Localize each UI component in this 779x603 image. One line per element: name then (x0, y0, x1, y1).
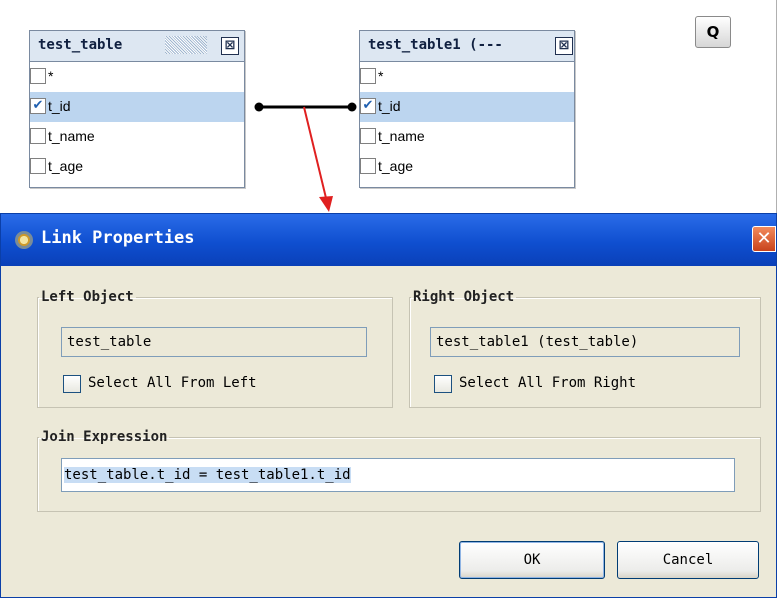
select-all-right-checkbox[interactable] (434, 375, 452, 393)
annotation-arrowhead (319, 196, 333, 212)
close-dialog-button[interactable]: ✕ (752, 226, 776, 252)
gear-icon (15, 231, 33, 249)
select-all-right-label: Select All From Right (459, 375, 637, 391)
select-all-left-checkbox[interactable] (63, 375, 81, 393)
join-expression-group: Join Expression test_table.t_id = test_t… (37, 429, 761, 512)
ok-button[interactable]: OK (459, 541, 605, 579)
dialog-titlebar[interactable]: Link Properties ✕ (1, 214, 776, 266)
join-expression-legend: Join Expression (41, 429, 168, 445)
join-expression-text: test_table.t_id = test_table1.t_id (64, 467, 351, 483)
join-endpoint-right (347, 102, 357, 112)
join-endpoint-left (254, 102, 264, 112)
annotation-arrow (303, 106, 327, 199)
query-designer-canvas[interactable]: test_table ⊠ * ✔ t_id t_name t_age test_… (0, 0, 777, 213)
link-properties-dialog[interactable]: Link Properties ✕ Left Object test_table… (0, 213, 777, 598)
right-object-field: test_table1 (test_table) (430, 327, 740, 357)
left-object-field: test_table (61, 327, 367, 357)
right-object-legend: Right Object (413, 289, 515, 305)
join-link[interactable] (0, 0, 776, 213)
cancel-button[interactable]: Cancel (617, 541, 759, 579)
left-object-group: Left Object test_table Select All From L… (37, 289, 393, 408)
select-all-left-label: Select All From Left (88, 375, 257, 391)
join-expression-input[interactable]: test_table.t_id = test_table1.t_id (61, 458, 735, 492)
left-object-legend: Left Object (41, 289, 134, 305)
right-object-group: Right Object test_table1 (test_table) Se… (409, 289, 761, 408)
dialog-title: Link Properties (41, 228, 195, 248)
